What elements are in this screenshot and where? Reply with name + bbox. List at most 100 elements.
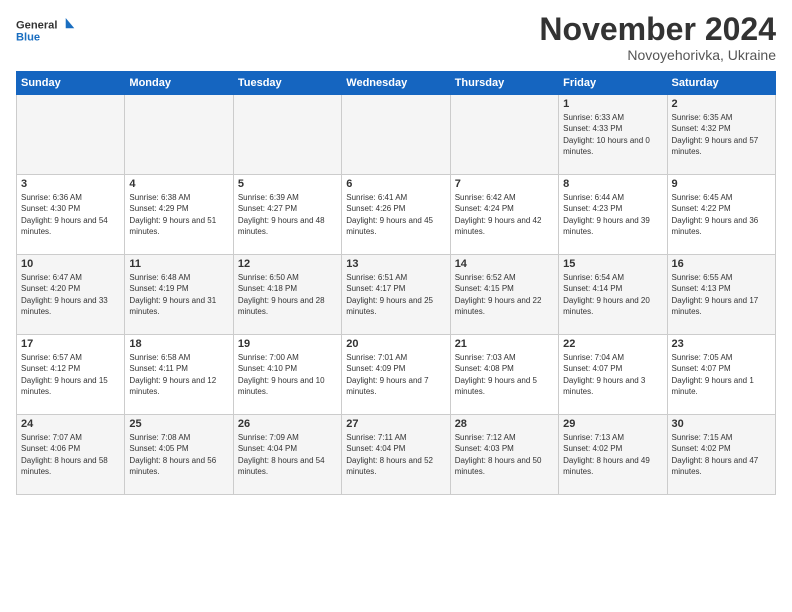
calendar-cell: 17 Sunrise: 6:57 AMSunset: 4:12 PMDaylig… xyxy=(17,335,125,415)
day-info: Sunrise: 7:11 AMSunset: 4:04 PMDaylight:… xyxy=(346,432,445,477)
calendar-cell xyxy=(17,95,125,175)
day-info: Sunrise: 6:58 AMSunset: 4:11 PMDaylight:… xyxy=(129,352,228,397)
svg-text:Blue: Blue xyxy=(16,31,40,43)
day-number: 25 xyxy=(129,418,228,430)
header-row: Sunday Monday Tuesday Wednesday Thursday… xyxy=(17,72,776,95)
day-info: Sunrise: 6:45 AMSunset: 4:22 PMDaylight:… xyxy=(672,192,771,237)
location-subtitle: Novoyehorivka, Ukraine xyxy=(539,47,776,63)
day-number: 17 xyxy=(21,338,120,350)
calendar-cell: 13 Sunrise: 6:51 AMSunset: 4:17 PMDaylig… xyxy=(342,255,450,335)
day-number: 6 xyxy=(346,178,445,190)
calendar-cell: 29 Sunrise: 7:13 AMSunset: 4:02 PMDaylig… xyxy=(559,415,667,495)
day-number: 2 xyxy=(672,98,771,110)
day-number: 29 xyxy=(563,418,662,430)
day-info: Sunrise: 6:44 AMSunset: 4:23 PMDaylight:… xyxy=(563,192,662,237)
calendar-cell: 25 Sunrise: 7:08 AMSunset: 4:05 PMDaylig… xyxy=(125,415,233,495)
day-number: 30 xyxy=(672,418,771,430)
day-info: Sunrise: 6:57 AMSunset: 4:12 PMDaylight:… xyxy=(21,352,120,397)
day-info: Sunrise: 7:08 AMSunset: 4:05 PMDaylight:… xyxy=(129,432,228,477)
day-info: Sunrise: 6:50 AMSunset: 4:18 PMDaylight:… xyxy=(238,272,337,317)
calendar-cell xyxy=(450,95,558,175)
calendar-week-2: 10 Sunrise: 6:47 AMSunset: 4:20 PMDaylig… xyxy=(17,255,776,335)
calendar-cell: 22 Sunrise: 7:04 AMSunset: 4:07 PMDaylig… xyxy=(559,335,667,415)
calendar-cell: 9 Sunrise: 6:45 AMSunset: 4:22 PMDayligh… xyxy=(667,175,775,255)
calendar-cell: 6 Sunrise: 6:41 AMSunset: 4:26 PMDayligh… xyxy=(342,175,450,255)
calendar-page: General Blue November 2024 Novoyehorivka… xyxy=(0,0,792,612)
col-friday: Friday xyxy=(559,72,667,95)
day-info: Sunrise: 7:01 AMSunset: 4:09 PMDaylight:… xyxy=(346,352,445,397)
day-number: 26 xyxy=(238,418,337,430)
calendar-cell: 11 Sunrise: 6:48 AMSunset: 4:19 PMDaylig… xyxy=(125,255,233,335)
day-info: Sunrise: 7:13 AMSunset: 4:02 PMDaylight:… xyxy=(563,432,662,477)
day-info: Sunrise: 6:55 AMSunset: 4:13 PMDaylight:… xyxy=(672,272,771,317)
day-number: 20 xyxy=(346,338,445,350)
day-info: Sunrise: 6:36 AMSunset: 4:30 PMDaylight:… xyxy=(21,192,120,237)
calendar-week-4: 24 Sunrise: 7:07 AMSunset: 4:06 PMDaylig… xyxy=(17,415,776,495)
header: General Blue November 2024 Novoyehorivka… xyxy=(16,12,776,63)
calendar-cell: 21 Sunrise: 7:03 AMSunset: 4:08 PMDaylig… xyxy=(450,335,558,415)
calendar-cell: 4 Sunrise: 6:38 AMSunset: 4:29 PMDayligh… xyxy=(125,175,233,255)
svg-text:General: General xyxy=(16,19,57,31)
day-number: 19 xyxy=(238,338,337,350)
title-block: November 2024 Novoyehorivka, Ukraine xyxy=(539,12,776,63)
col-sunday: Sunday xyxy=(17,72,125,95)
calendar-cell: 26 Sunrise: 7:09 AMSunset: 4:04 PMDaylig… xyxy=(233,415,341,495)
day-number: 10 xyxy=(21,258,120,270)
calendar-cell xyxy=(342,95,450,175)
day-info: Sunrise: 6:51 AMSunset: 4:17 PMDaylight:… xyxy=(346,272,445,317)
day-number: 21 xyxy=(455,338,554,350)
day-info: Sunrise: 6:42 AMSunset: 4:24 PMDaylight:… xyxy=(455,192,554,237)
day-info: Sunrise: 7:03 AMSunset: 4:08 PMDaylight:… xyxy=(455,352,554,397)
logo: General Blue xyxy=(16,12,76,48)
day-number: 5 xyxy=(238,178,337,190)
logo-svg: General Blue xyxy=(16,12,76,48)
calendar-cell: 2 Sunrise: 6:35 AMSunset: 4:32 PMDayligh… xyxy=(667,95,775,175)
col-tuesday: Tuesday xyxy=(233,72,341,95)
day-info: Sunrise: 6:41 AMSunset: 4:26 PMDaylight:… xyxy=(346,192,445,237)
calendar-cell: 5 Sunrise: 6:39 AMSunset: 4:27 PMDayligh… xyxy=(233,175,341,255)
day-info: Sunrise: 6:38 AMSunset: 4:29 PMDaylight:… xyxy=(129,192,228,237)
day-info: Sunrise: 7:07 AMSunset: 4:06 PMDaylight:… xyxy=(21,432,120,477)
day-number: 1 xyxy=(563,98,662,110)
calendar-cell: 18 Sunrise: 6:58 AMSunset: 4:11 PMDaylig… xyxy=(125,335,233,415)
calendar-table: Sunday Monday Tuesday Wednesday Thursday… xyxy=(16,71,776,495)
calendar-cell xyxy=(125,95,233,175)
day-info: Sunrise: 6:52 AMSunset: 4:15 PMDaylight:… xyxy=(455,272,554,317)
col-monday: Monday xyxy=(125,72,233,95)
day-number: 16 xyxy=(672,258,771,270)
col-thursday: Thursday xyxy=(450,72,558,95)
calendar-cell: 16 Sunrise: 6:55 AMSunset: 4:13 PMDaylig… xyxy=(667,255,775,335)
calendar-cell: 23 Sunrise: 7:05 AMSunset: 4:07 PMDaylig… xyxy=(667,335,775,415)
day-info: Sunrise: 6:54 AMSunset: 4:14 PMDaylight:… xyxy=(563,272,662,317)
day-info: Sunrise: 6:35 AMSunset: 4:32 PMDaylight:… xyxy=(672,112,771,157)
calendar-cell: 3 Sunrise: 6:36 AMSunset: 4:30 PMDayligh… xyxy=(17,175,125,255)
day-number: 28 xyxy=(455,418,554,430)
calendar-cell: 10 Sunrise: 6:47 AMSunset: 4:20 PMDaylig… xyxy=(17,255,125,335)
day-info: Sunrise: 6:48 AMSunset: 4:19 PMDaylight:… xyxy=(129,272,228,317)
day-info: Sunrise: 6:47 AMSunset: 4:20 PMDaylight:… xyxy=(21,272,120,317)
day-number: 27 xyxy=(346,418,445,430)
day-number: 11 xyxy=(129,258,228,270)
day-info: Sunrise: 6:39 AMSunset: 4:27 PMDaylight:… xyxy=(238,192,337,237)
day-number: 8 xyxy=(563,178,662,190)
day-number: 13 xyxy=(346,258,445,270)
calendar-week-0: 1 Sunrise: 6:33 AMSunset: 4:33 PMDayligh… xyxy=(17,95,776,175)
day-number: 22 xyxy=(563,338,662,350)
calendar-cell: 20 Sunrise: 7:01 AMSunset: 4:09 PMDaylig… xyxy=(342,335,450,415)
calendar-cell: 12 Sunrise: 6:50 AMSunset: 4:18 PMDaylig… xyxy=(233,255,341,335)
calendar-cell: 1 Sunrise: 6:33 AMSunset: 4:33 PMDayligh… xyxy=(559,95,667,175)
calendar-cell: 24 Sunrise: 7:07 AMSunset: 4:06 PMDaylig… xyxy=(17,415,125,495)
calendar-cell xyxy=(233,95,341,175)
day-number: 9 xyxy=(672,178,771,190)
month-title: November 2024 xyxy=(539,12,776,47)
day-number: 12 xyxy=(238,258,337,270)
calendar-cell: 30 Sunrise: 7:15 AMSunset: 4:02 PMDaylig… xyxy=(667,415,775,495)
col-wednesday: Wednesday xyxy=(342,72,450,95)
calendar-cell: 15 Sunrise: 6:54 AMSunset: 4:14 PMDaylig… xyxy=(559,255,667,335)
day-info: Sunrise: 7:15 AMSunset: 4:02 PMDaylight:… xyxy=(672,432,771,477)
calendar-week-1: 3 Sunrise: 6:36 AMSunset: 4:30 PMDayligh… xyxy=(17,175,776,255)
day-info: Sunrise: 7:04 AMSunset: 4:07 PMDaylight:… xyxy=(563,352,662,397)
calendar-cell: 14 Sunrise: 6:52 AMSunset: 4:15 PMDaylig… xyxy=(450,255,558,335)
day-info: Sunrise: 6:33 AMSunset: 4:33 PMDaylight:… xyxy=(563,112,662,157)
day-number: 14 xyxy=(455,258,554,270)
